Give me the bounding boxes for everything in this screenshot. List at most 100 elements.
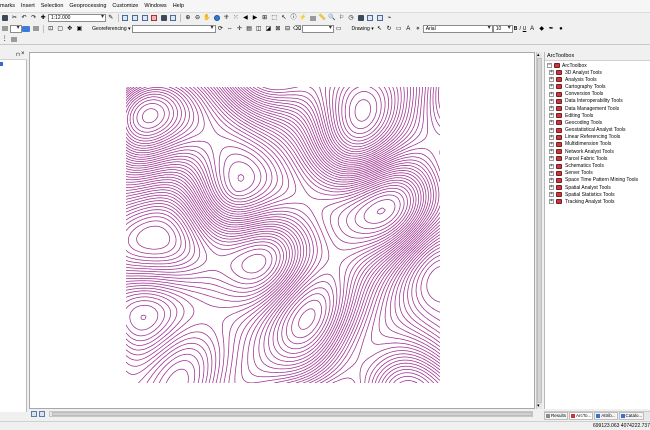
arctoolbox-icon[interactable] [150, 14, 158, 22]
georeferencing-label[interactable]: Georeferencing ▾ [92, 26, 130, 32]
expand-icon[interactable]: + [549, 120, 554, 126]
hyperlink-icon[interactable]: ⚡ [299, 14, 307, 22]
expand-icon[interactable]: + [549, 98, 554, 104]
viewer-icon[interactable]: ◫ [255, 25, 263, 33]
expand-icon[interactable]: + [549, 127, 554, 133]
line-color-icon[interactable] [32, 25, 40, 33]
tab-attributes[interactable]: Attrib... [594, 412, 618, 420]
create-viewer-icon[interactable] [357, 14, 365, 22]
text-icon[interactable]: A [404, 25, 412, 33]
toolbox-item[interactable]: + Geostatistical Analyst Tools [545, 127, 650, 134]
toolbox-item[interactable]: + Schematics Tools [545, 162, 650, 169]
identify-icon[interactable]: ⓘ [289, 14, 297, 22]
cut-icon[interactable]: ✂ [10, 14, 18, 22]
find-icon[interactable]: 🔍 [328, 14, 336, 22]
zoom-whole-page-icon[interactable]: ⊡ [47, 25, 55, 33]
expand-icon[interactable]: + [549, 84, 554, 90]
zoom-in-icon[interactable]: ⊕ [184, 14, 192, 22]
toolbox-item[interactable]: + Editing Tools [545, 112, 650, 119]
horizontal-scrollbar[interactable] [49, 411, 533, 417]
add-data-icon[interactable]: ✚ [39, 14, 47, 22]
toolbox-item[interactable]: + Data Interoperability Tools [545, 98, 650, 105]
draft-mode-icon[interactable]: ▣ [75, 25, 83, 33]
print-icon[interactable] [1, 14, 9, 22]
expand-icon[interactable]: + [549, 134, 554, 140]
tab-arctoolbox[interactable]: ArcTo... [569, 412, 594, 420]
font-size-combo[interactable]: 10 [492, 24, 513, 33]
toolbox-item[interactable]: +3D Analyst Tools [545, 69, 650, 76]
toolbox-item[interactable]: + Parcel Fabric Tools [545, 155, 650, 162]
expand-icon[interactable]: + [549, 199, 554, 205]
measure-icon[interactable]: 📏 [318, 14, 326, 22]
layer-dropdown[interactable] [9, 24, 22, 33]
drawing-label[interactable]: Drawing ▾ [351, 26, 373, 32]
layout-view-icon[interactable] [31, 411, 37, 417]
fixed-zoom-out-icon[interactable]: ⁙ [232, 14, 240, 22]
expand-icon[interactable]: + [549, 170, 554, 176]
toggle-icon[interactable]: ▭ [335, 25, 343, 33]
collapse-icon[interactable]: − [547, 63, 552, 68]
tree-root[interactable]: − ArcToolbox [545, 62, 650, 69]
expand-icon[interactable]: + [549, 70, 554, 76]
go-to-xy-icon[interactable]: ⊞ [261, 14, 269, 22]
full-extent-icon[interactable] [213, 14, 221, 22]
vertical-scrollbar[interactable]: ▴ ▾ [536, 52, 542, 409]
toolbox-item[interactable]: + Spatial Statistics Tools [545, 191, 650, 198]
expand-icon[interactable]: + [549, 177, 554, 183]
select-elements-icon[interactable]: ↖ [280, 14, 288, 22]
toolbox-item[interactable]: + Tracking Analyst Tools [545, 198, 650, 205]
scroll-down-icon[interactable]: ▾ [537, 403, 540, 409]
go-back-icon[interactable]: ◀ [241, 14, 249, 22]
layer-icon[interactable] [1, 25, 9, 33]
select-features-icon[interactable]: ⬚ [270, 14, 278, 22]
undo-icon[interactable]: ↶ [20, 14, 28, 22]
rotate-element-icon[interactable]: ↻ [385, 25, 393, 33]
underline-button[interactable]: U [523, 26, 527, 32]
auto-adjust-icon[interactable]: ⊠ [274, 25, 282, 33]
tab-results[interactable]: Results [544, 412, 569, 420]
menu-windows[interactable]: Windows [144, 3, 166, 9]
data-view-icon[interactable] [39, 411, 45, 417]
html-popup-icon[interactable] [309, 14, 317, 22]
redo-icon[interactable]: ↷ [30, 14, 38, 22]
geoprocessing-icon[interactable]: ⌁ [385, 14, 393, 22]
clear-selection-icon[interactable]: ⌫ [293, 25, 301, 33]
layout-view-icon[interactable] [366, 14, 374, 22]
georef-tool-icon[interactable]: ◪ [264, 25, 272, 33]
pan-layout-icon[interactable]: ✥ [66, 25, 74, 33]
toolbox-item[interactable]: + Server Tools [545, 170, 650, 177]
toolbox-item[interactable]: + Space Time Pattern Mining Tools [545, 177, 650, 184]
menu-customize[interactable]: Customize [112, 3, 138, 9]
model-builder-icon[interactable] [169, 14, 177, 22]
fill-bucket-icon[interactable]: ◆ [538, 25, 546, 33]
tab-catalog[interactable]: Catalo... [618, 412, 645, 420]
expand-icon[interactable]: + [549, 91, 554, 97]
toolbox-item[interactable]: + Multidimension Tools [545, 141, 650, 148]
zoom-out-icon[interactable]: ⊖ [194, 14, 202, 22]
toolbox-item[interactable]: + Conversion Tools [545, 91, 650, 98]
toolbox-item[interactable]: + Spatial Analyst Tools [545, 184, 650, 191]
time-slider-icon[interactable]: ◷ [347, 14, 355, 22]
georeference-layer-combo[interactable] [131, 24, 216, 33]
fit-to-display-icon[interactable]: ⊟ [283, 25, 291, 33]
map-scale-combo[interactable]: 1:12.000 [47, 14, 106, 22]
pan-hand-icon[interactable]: ✋ [203, 14, 211, 22]
catalog-window-icon[interactable] [131, 14, 139, 22]
toolbox-item[interactable]: + Cartography Tools [545, 83, 650, 90]
zoom-100-icon[interactable]: ▢ [56, 25, 64, 33]
fill-color-icon[interactable] [22, 25, 31, 33]
bold-button[interactable]: B [514, 26, 518, 32]
close-icon[interactable]: × [21, 51, 25, 57]
expand-icon[interactable]: + [549, 113, 554, 119]
go-forward-icon[interactable]: ▶ [251, 14, 259, 22]
attribute-combo[interactable] [301, 24, 334, 33]
toolbox-item[interactable]: + Geocoding Tools [545, 119, 650, 126]
italic-button[interactable]: I [519, 26, 520, 32]
select-arrow-icon[interactable]: ↖ [376, 25, 384, 33]
view-link-table-icon[interactable]: ▤ [245, 25, 253, 33]
toolbar-grip-icon[interactable]: ⋮ [1, 35, 9, 43]
font-color-icon[interactable]: A [528, 25, 536, 33]
expand-icon[interactable]: + [549, 77, 554, 83]
expand-icon[interactable]: + [549, 141, 554, 147]
scrollbar-thumb[interactable] [52, 412, 532, 416]
